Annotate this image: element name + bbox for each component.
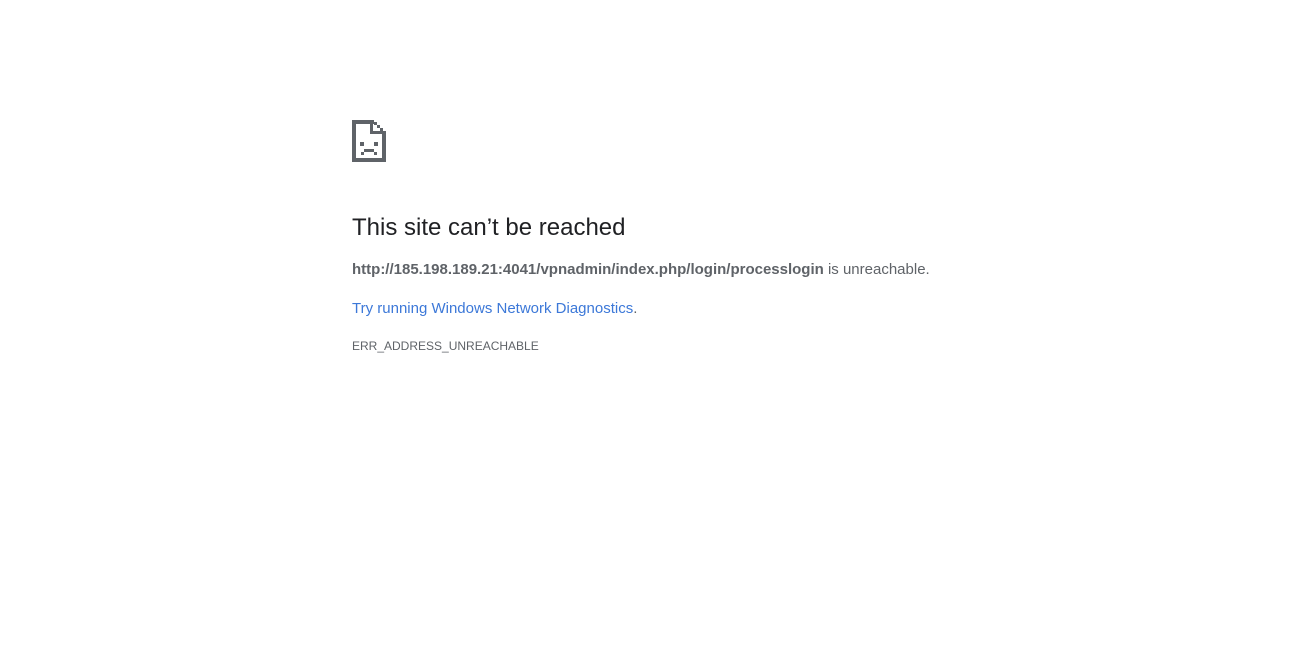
unreachable-url: http://185.198.189.21:4041/vpnadmin/inde… xyxy=(352,261,824,278)
error-summary: http://185.198.189.21:4041/vpnadmin/inde… xyxy=(352,260,1252,280)
suggestion: Try running Windows Network Diagnostics. xyxy=(352,299,1252,319)
error-code: ERR_ADDRESS_UNREACHABLE xyxy=(352,339,539,353)
page-title: This site can’t be reached xyxy=(352,214,626,241)
network-diagnostics-link[interactable]: Try running Windows Network Diagnostics xyxy=(352,300,633,317)
summary-suffix: is unreachable. xyxy=(823,261,930,278)
suggestion-suffix: . xyxy=(633,300,638,317)
sad-page-icon xyxy=(352,120,386,162)
error-content: This site can’t be reached http://185.19… xyxy=(352,120,1252,354)
error-page: This site can’t be reached http://185.19… xyxy=(0,0,1304,652)
